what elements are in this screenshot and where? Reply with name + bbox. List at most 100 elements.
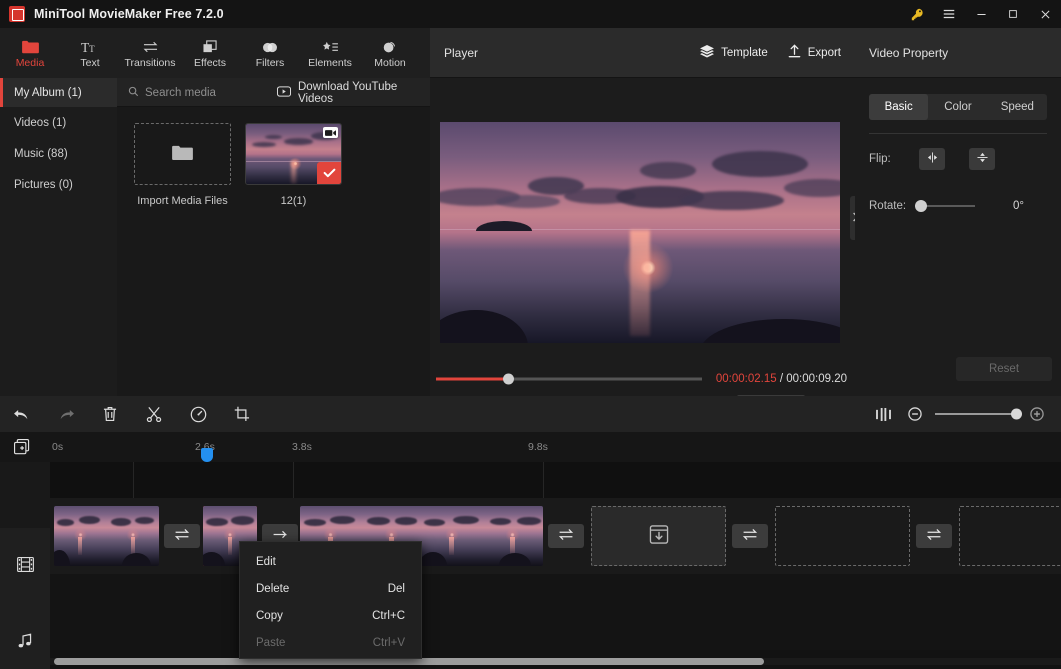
video-track[interactable]: [50, 498, 1061, 574]
motion-icon: [382, 37, 398, 54]
sidebar-item-pictures[interactable]: Pictures (0): [0, 169, 117, 200]
transition-button-3[interactable]: [548, 524, 584, 548]
maximize-button[interactable]: [997, 0, 1029, 28]
timeline-ruler[interactable]: 0s 2.6s 3.8s 9.8s: [0, 432, 1061, 462]
title-bar: MiniTool MovieMaker Free 7.2.0: [0, 0, 1061, 28]
context-menu-item-delete[interactable]: Delete Del: [240, 575, 421, 602]
tab-my-album-label: My Album (1): [14, 86, 82, 99]
placeholder-empty-1[interactable]: [775, 506, 910, 566]
window-controls: [901, 0, 1061, 28]
progress-handle[interactable]: [503, 373, 514, 385]
context-menu-item-edit[interactable]: Edit: [240, 548, 421, 575]
undo-button[interactable]: [0, 396, 44, 432]
video-preview-frame[interactable]: [440, 122, 840, 343]
context-paste-label: Paste: [256, 636, 286, 649]
player-title: Player: [444, 45, 479, 60]
minimize-button[interactable]: [965, 0, 997, 28]
add-media-icon[interactable]: [14, 439, 30, 458]
tab-basic[interactable]: Basic: [869, 94, 929, 120]
export-button[interactable]: Export: [788, 44, 841, 61]
app-window: MiniTool MovieMaker Free 7.2.0 Media T T…: [0, 0, 1061, 669]
placeholder-drop-target[interactable]: [591, 506, 726, 566]
zoom-out-button[interactable]: [899, 396, 931, 432]
media-subheader: My Album (1) Search media Download YouTu…: [0, 78, 430, 107]
transition-swap-icon: [558, 528, 574, 544]
player-header: Player Template Export: [430, 28, 855, 78]
fit-timeline-icon[interactable]: [867, 396, 899, 432]
context-paste-shortcut: Ctrl+V: [372, 636, 405, 649]
video-property-panel: Video Property Basic Color Speed Flip: R…: [855, 28, 1061, 396]
export-label: Export: [807, 46, 841, 59]
crop-button[interactable]: [220, 396, 264, 432]
search-media-field[interactable]: Search media: [128, 78, 216, 107]
text-icon: TT: [81, 37, 99, 54]
property-divider: [869, 133, 1047, 134]
media-thumbnail-label: 12(1): [280, 195, 307, 207]
context-delete-shortcut: Del: [387, 582, 405, 595]
ribbon-label-media: Media: [15, 57, 45, 69]
transition-button-1[interactable]: [164, 524, 200, 548]
flip-horizontal-button[interactable]: [919, 148, 945, 170]
import-media-button[interactable]: [134, 123, 231, 185]
transition-button-5[interactable]: [916, 524, 952, 548]
transition-swap-icon: [742, 528, 758, 544]
time-display: 00:00:02.15 / 00:00:09.20: [716, 373, 847, 385]
zoom-in-button[interactable]: [1021, 396, 1053, 432]
rotate-label: Rotate:: [869, 200, 907, 212]
flip-vertical-button[interactable]: [969, 148, 995, 170]
ribbon-item-text[interactable]: TT Text: [60, 28, 120, 78]
playhead-handle[interactable]: [201, 448, 213, 462]
tab-speed[interactable]: Speed: [988, 94, 1047, 120]
edit-toolbar: [0, 396, 1061, 432]
delete-button[interactable]: [88, 396, 132, 432]
tab-color[interactable]: Color: [928, 94, 987, 120]
transition-button-4[interactable]: [732, 524, 768, 548]
audio-track-header[interactable]: [0, 604, 50, 669]
menu-button[interactable]: [933, 0, 965, 28]
reset-button[interactable]: Reset: [956, 357, 1052, 381]
film-strip-icon: [16, 557, 34, 575]
rotate-slider-track[interactable]: [915, 200, 975, 212]
player-header-actions: Template Export: [700, 44, 841, 61]
ribbon-item-transitions[interactable]: Transitions: [120, 28, 180, 78]
ribbon-item-effects[interactable]: Effects: [180, 28, 240, 78]
video-camera-icon: [323, 127, 338, 138]
download-youtube-button[interactable]: Download YouTube Videos: [276, 78, 430, 107]
ribbon-item-filters[interactable]: Filters: [240, 28, 300, 78]
rotate-row: Rotate: 0°: [855, 200, 1061, 212]
context-menu-item-copy[interactable]: Copy Ctrl+C: [240, 602, 421, 629]
redo-button[interactable]: [44, 396, 88, 432]
search-placeholder-text: Search media: [145, 86, 216, 99]
sidebar-item-videos[interactable]: Videos (1): [0, 107, 117, 138]
timeline-scrollbar-thumb[interactable]: [54, 658, 764, 665]
ribbon-item-elements[interactable]: Elements: [300, 28, 360, 78]
total-time: 00:00:09.20: [786, 373, 847, 385]
license-key-button[interactable]: [901, 0, 933, 28]
transition-swap-icon: [174, 528, 190, 544]
sidebar-label-pictures: Pictures (0): [14, 178, 73, 191]
template-button[interactable]: Template: [700, 44, 768, 61]
ribbon-item-media[interactable]: Media: [0, 28, 60, 78]
audio-track[interactable]: [50, 574, 1061, 650]
tab-color-label: Color: [944, 101, 972, 113]
media-thumbnail[interactable]: [245, 123, 342, 185]
placeholder-empty-2[interactable]: [959, 506, 1061, 566]
player-panel: Player Template Export 00:00:02.15 / 00:…: [430, 28, 855, 415]
ruler-tick-3: 9.8s: [528, 441, 548, 453]
speed-button[interactable]: [176, 396, 220, 432]
timeline-zoom-slider[interactable]: [935, 408, 1022, 420]
media-item-cell: 12(1): [245, 123, 342, 396]
ribbon-item-motion[interactable]: Motion: [360, 28, 420, 78]
layers-icon: [700, 44, 715, 61]
timeline-zoom-handle[interactable]: [1011, 408, 1022, 420]
template-label: Template: [721, 46, 768, 59]
sidebar-item-music[interactable]: Music (88): [0, 138, 117, 169]
close-button[interactable]: [1029, 0, 1061, 28]
youtube-download-icon: [276, 85, 292, 100]
split-button[interactable]: [132, 396, 176, 432]
timeline-clip-1[interactable]: [54, 506, 159, 566]
tab-my-album[interactable]: My Album (1): [0, 78, 117, 107]
time-separator: /: [776, 373, 787, 385]
rotate-slider-handle[interactable]: [915, 200, 927, 212]
video-track-header[interactable]: [0, 528, 50, 604]
